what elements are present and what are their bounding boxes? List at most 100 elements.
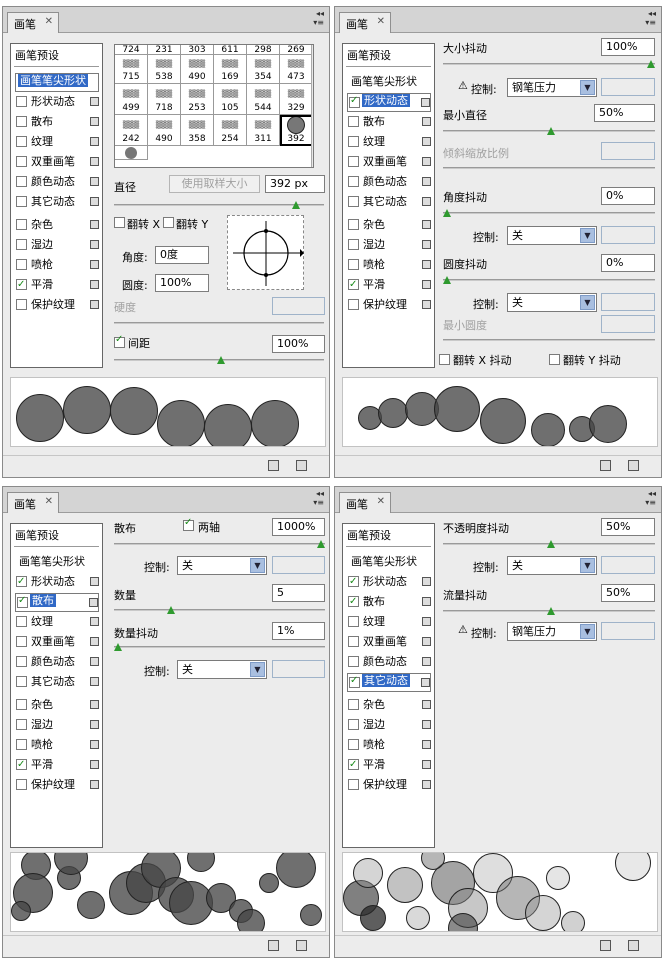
preset-item[interactable]: 平滑: [347, 756, 431, 773]
lock-icon[interactable]: [90, 97, 99, 106]
min-diameter-slider[interactable]: [443, 127, 655, 135]
lock-icon[interactable]: [422, 300, 431, 309]
preset-checkbox[interactable]: [348, 239, 359, 250]
spacing-slider[interactable]: [114, 356, 324, 364]
preset-checkbox[interactable]: [16, 116, 27, 127]
lock-icon[interactable]: [422, 617, 431, 626]
lock-icon[interactable]: [90, 720, 99, 729]
brush-tip-cell[interactable]: ▒▒▒ 105: [214, 84, 247, 115]
preset-checkbox[interactable]: [16, 739, 27, 750]
brush-tip-cell[interactable]: ▒▒▒ 715: [115, 55, 148, 84]
preset-item[interactable]: 形状动态: [347, 573, 431, 590]
lock-icon[interactable]: [422, 577, 431, 586]
angle-input[interactable]: 0度: [155, 246, 209, 264]
preset-item[interactable]: 平滑: [15, 276, 99, 293]
panel-menu-icon[interactable]: ◂◂ ▾≡: [313, 9, 324, 27]
count-jitter-input[interactable]: 1%: [272, 622, 325, 640]
preset-item[interactable]: 喷枪: [347, 256, 431, 273]
control-select-opacity[interactable]: 关 ▼: [507, 556, 597, 575]
brush-tip-cell[interactable]: ▒▒▒ 169: [214, 55, 247, 84]
control-select-scatter[interactable]: 关 ▼: [177, 556, 267, 575]
preset-item[interactable]: 保护纹理: [15, 296, 99, 313]
lock-icon[interactable]: [422, 260, 431, 269]
preset-item[interactable]: 其它动态: [15, 673, 99, 690]
diameter-input[interactable]: 392 px: [265, 175, 325, 193]
brush-tip-cell[interactable]: ▒▒▒ 311: [247, 115, 280, 146]
lock-icon[interactable]: [90, 137, 99, 146]
preset-item[interactable]: 喷枪: [15, 736, 99, 753]
lock-icon[interactable]: [90, 780, 99, 789]
lock-icon[interactable]: [422, 597, 431, 606]
panel-tab[interactable]: 画笔 ✕: [7, 12, 59, 33]
opacity-jitter-slider[interactable]: [443, 540, 655, 548]
roundness-jitter-slider[interactable]: [443, 276, 655, 284]
roundness-jitter-input[interactable]: 0%: [601, 254, 655, 272]
preset-item[interactable]: 湿边: [347, 716, 431, 733]
lock-icon[interactable]: [90, 117, 99, 126]
brush-tip-grid[interactable]: 724 231 303 611 298 269 ▒▒▒ 715 ▒▒▒ 538 ▒▒▒ 490 ▒▒▒ 1…: [114, 44, 314, 168]
preset-checkbox[interactable]: [348, 196, 359, 207]
preset-checkbox[interactable]: [16, 276, 27, 293]
preset-item[interactable]: 纹理: [15, 133, 99, 150]
brush-tip-cell[interactable]: ▒▒▒ 499: [115, 84, 148, 115]
preset-item[interactable]: 纹理: [347, 133, 431, 150]
preset-item[interactable]: 画笔笔尖形状: [347, 553, 431, 570]
preset-header[interactable]: 画笔预设: [15, 527, 59, 543]
preset-item[interactable]: 双重画笔: [15, 633, 99, 650]
panel-tab[interactable]: 画笔 ✕: [339, 492, 391, 513]
lock-icon[interactable]: [422, 780, 431, 789]
preset-checkbox[interactable]: [16, 756, 27, 773]
preset-checkbox[interactable]: [348, 259, 359, 270]
new-preset-icon[interactable]: [268, 460, 279, 471]
angle-jitter-slider[interactable]: [443, 209, 655, 217]
brush-tip-cell[interactable]: ▒▒▒ 358: [181, 115, 214, 146]
brush-tip-cell[interactable]: ▒▒▒ 538: [148, 55, 181, 84]
brush-tip-cell[interactable]: ▒▒▒ 354: [247, 55, 280, 84]
lock-icon[interactable]: [90, 637, 99, 646]
preset-checkbox[interactable]: [348, 299, 359, 310]
preset-item[interactable]: 双重画笔: [347, 153, 431, 170]
preset-checkbox[interactable]: [348, 739, 359, 750]
preset-checkbox[interactable]: [16, 779, 27, 790]
preset-checkbox[interactable]: [16, 196, 27, 207]
close-icon[interactable]: ✕: [45, 496, 53, 507]
preset-checkbox[interactable]: [348, 276, 359, 293]
lock-icon[interactable]: [90, 657, 99, 666]
size-jitter-input[interactable]: 100%: [601, 38, 655, 56]
preset-checkbox[interactable]: [16, 676, 27, 687]
preset-checkbox[interactable]: [348, 699, 359, 710]
preset-checkbox[interactable]: [16, 239, 27, 250]
lock-icon[interactable]: [89, 598, 98, 607]
control-select-flow[interactable]: 钢笔压力 ▼: [507, 622, 597, 641]
lock-icon[interactable]: [90, 280, 99, 289]
trash-icon[interactable]: [628, 940, 639, 951]
preset-item[interactable]: 湿边: [15, 236, 99, 253]
brush-tip-cell[interactable]: 269: [280, 45, 313, 55]
min-diameter-input[interactable]: 50%: [594, 104, 655, 122]
control-select-roundness[interactable]: 关 ▼: [507, 293, 597, 312]
roundness-input[interactable]: 100%: [155, 274, 209, 292]
preset-checkbox[interactable]: [348, 656, 359, 667]
lock-icon[interactable]: [422, 280, 431, 289]
preset-checkbox[interactable]: [16, 219, 27, 230]
preset-item[interactable]: 散布: [347, 113, 431, 130]
lock-icon[interactable]: [90, 300, 99, 309]
preset-header[interactable]: 画笔预设: [347, 47, 391, 63]
brush-tip-cell[interactable]: ▒▒▒ 254: [214, 115, 247, 146]
lock-icon[interactable]: [90, 700, 99, 709]
preset-item[interactable]: 画笔笔尖形状: [15, 73, 99, 92]
preset-item[interactable]: 湿边: [347, 236, 431, 253]
lock-icon[interactable]: [90, 177, 99, 186]
spacing-input[interactable]: 100%: [272, 335, 325, 353]
preset-checkbox[interactable]: [348, 593, 359, 610]
lock-icon[interactable]: [422, 760, 431, 769]
preset-item[interactable]: 湿边: [15, 716, 99, 733]
preset-checkbox[interactable]: [348, 573, 359, 590]
lock-icon[interactable]: [422, 720, 431, 729]
close-icon[interactable]: ✕: [377, 16, 385, 27]
new-preset-icon[interactable]: [600, 460, 611, 471]
preset-checkbox[interactable]: [348, 636, 359, 647]
preset-item[interactable]: 保护纹理: [347, 776, 431, 793]
lock-icon[interactable]: [90, 240, 99, 249]
lock-icon[interactable]: [422, 197, 431, 206]
